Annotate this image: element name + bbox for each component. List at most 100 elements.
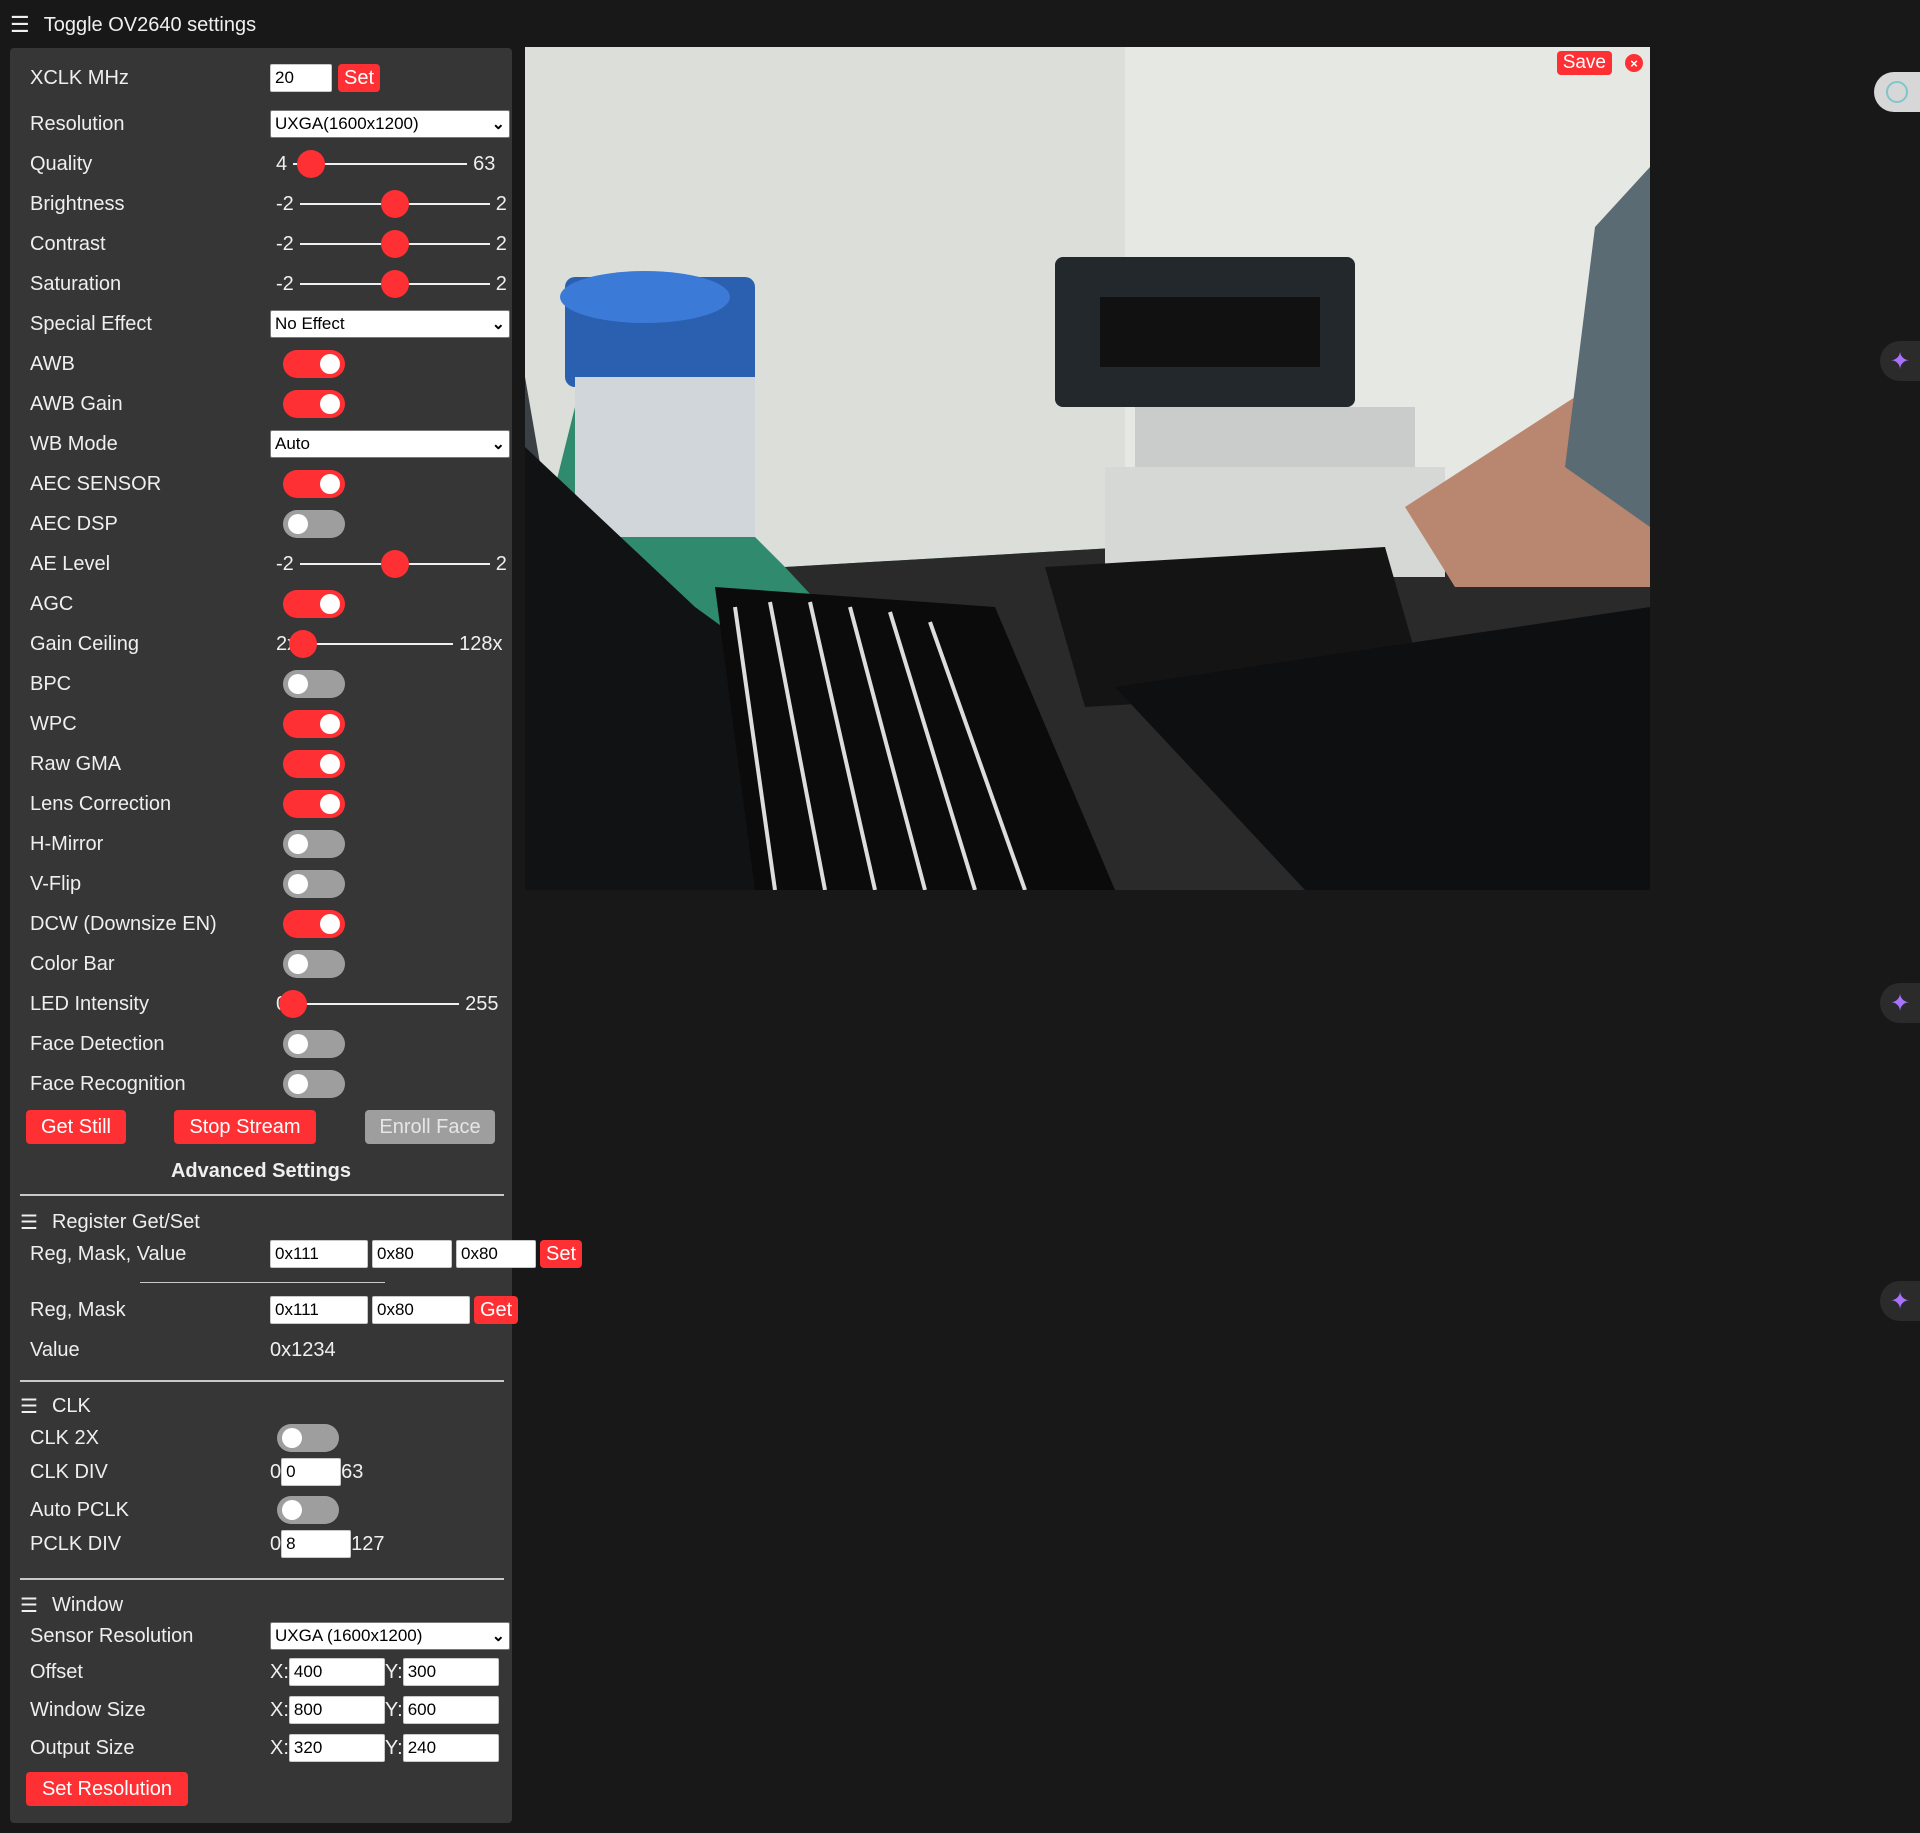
settings-toggle[interactable]: ☰ Toggle OV2640 settings (10, 10, 256, 40)
raw-gma-toggle[interactable] (283, 750, 345, 778)
save-button[interactable]: Save (1556, 51, 1612, 75)
auto-pclk-label: Auto PCLK (30, 1498, 129, 1521)
quality-slider[interactable]: 4 63 (270, 148, 495, 180)
close-icon[interactable]: × (1625, 54, 1643, 72)
output-size-y-input[interactable] (402, 1734, 499, 1762)
clk-div-label: CLK DIV (30, 1460, 108, 1483)
dcw-toggle[interactable] (283, 910, 345, 938)
ae-level-thumb[interactable] (380, 550, 409, 578)
contrast-thumb[interactable] (380, 230, 409, 258)
pclk-div-label: PCLK DIV (30, 1532, 122, 1555)
set-mask-input[interactable] (372, 1240, 452, 1268)
register-set-button[interactable]: Set (540, 1240, 583, 1268)
face-detection-toggle[interactable] (283, 1030, 345, 1058)
xclk-label: XCLK MHz (30, 66, 129, 89)
toggle-knob (288, 1034, 308, 1054)
clk2x-toggle[interactable] (277, 1424, 339, 1452)
special-effect-select[interactable]: No Effect ⌄ (270, 310, 510, 338)
output-size-x-input[interactable] (288, 1734, 385, 1762)
saturation-thumb[interactable] (380, 270, 409, 298)
saturation-track (299, 270, 490, 298)
offset-y-label: Y: (384, 1660, 403, 1683)
awb-toggle[interactable] (283, 350, 345, 378)
set-resolution-button[interactable]: Set Resolution (26, 1772, 188, 1806)
clk-div-min: 0 (270, 1460, 282, 1483)
settings-toggle-label: Toggle OV2640 settings (43, 13, 257, 36)
auto-pclk-toggle[interactable] (277, 1496, 339, 1524)
toggle-knob (282, 1500, 302, 1520)
get-reg-input[interactable] (270, 1296, 368, 1324)
clk-div-input[interactable] (281, 1458, 342, 1486)
led-intensity-slider[interactable]: 0 255 (270, 988, 499, 1020)
led-intensity-label: LED Intensity (30, 992, 149, 1015)
gain-ceiling-slider[interactable]: 2x 128x (270, 628, 503, 660)
toggle-knob (320, 474, 340, 494)
chevron-down-icon: ⌄ (491, 316, 505, 333)
wb-mode-select[interactable]: Auto ⌄ (270, 430, 510, 458)
chevron-down-icon: ⌄ (491, 1628, 505, 1645)
quality-thumb[interactable] (296, 150, 325, 178)
register-get-button[interactable]: Get (474, 1296, 519, 1324)
quality-track (293, 150, 468, 178)
quality-label: Quality (30, 152, 93, 175)
stop-stream-button[interactable]: Stop Stream (174, 1110, 316, 1144)
ae-level-min: -2 (276, 552, 294, 575)
v-flip-toggle[interactable] (283, 870, 345, 898)
aec-dsp-toggle[interactable] (283, 510, 345, 538)
xclk-input[interactable] (270, 64, 332, 92)
enroll-face-button[interactable]: Enroll Face (365, 1110, 495, 1144)
xclk-set-button[interactable]: Set (338, 64, 381, 92)
get-mask-input[interactable] (372, 1296, 470, 1324)
awb-gain-toggle[interactable] (283, 390, 345, 418)
register-value: 0x1234 (270, 1338, 336, 1361)
wpc-label: WPC (30, 712, 77, 735)
bpc-toggle[interactable] (283, 670, 345, 698)
pclk-div-input[interactable] (281, 1530, 352, 1558)
settings-panel: XCLK MHz Set Resolution UXGA(1600x1200) ⌄… (10, 48, 583, 1823)
toggle-knob (320, 354, 340, 374)
ae-level-slider[interactable]: -2 2 (270, 548, 507, 580)
lens-correction-toggle[interactable] (283, 790, 345, 818)
register-section-toggle[interactable]: ☰ Register Get/Set (20, 1210, 200, 1235)
h-mirror-toggle[interactable] (283, 830, 345, 858)
saturation-slider[interactable]: -2 2 (270, 268, 507, 300)
face-recognition-toggle[interactable] (283, 1070, 345, 1098)
sparkle-icon[interactable]: ✦ (1880, 983, 1920, 1023)
brightness-thumb[interactable] (380, 190, 409, 218)
clk-section-toggle[interactable]: ☰ CLK (20, 1394, 91, 1419)
window-size-label: Window Size (30, 1698, 146, 1721)
set-value-input[interactable] (456, 1240, 536, 1268)
clk-section-title: CLK (51, 1395, 91, 1417)
contrast-slider[interactable]: -2 2 (270, 228, 507, 260)
agc-toggle[interactable] (283, 590, 345, 618)
offset-y-input[interactable] (402, 1658, 499, 1686)
ae-level-track (299, 550, 490, 578)
toggle-knob (288, 834, 308, 854)
gain-ceiling-thumb[interactable] (289, 630, 318, 658)
wpc-toggle[interactable] (283, 710, 345, 738)
menu-icon: ☰ (20, 1396, 38, 1418)
sparkle-icon[interactable]: ✦ (1880, 341, 1920, 381)
divider (140, 1282, 385, 1283)
wb-mode-selected: Auto (275, 434, 310, 453)
toggle-knob (320, 914, 340, 934)
saturation-max: 2 (495, 272, 507, 295)
extension-pill[interactable] (1874, 72, 1920, 112)
color-bar-toggle[interactable] (283, 950, 345, 978)
sparkle-icon[interactable]: ✦ (1880, 1281, 1920, 1321)
offset-x-input[interactable] (288, 1658, 385, 1686)
window-size-y-input[interactable] (402, 1696, 499, 1724)
toggle-knob (288, 674, 308, 694)
window-size-x-input[interactable] (288, 1696, 385, 1724)
chevron-down-icon: ⌄ (491, 116, 505, 133)
raw-gma-label: Raw GMA (30, 752, 122, 775)
resolution-select[interactable]: UXGA(1600x1200) ⌄ (270, 110, 510, 138)
led-intensity-thumb[interactable] (279, 990, 308, 1018)
get-still-button[interactable]: Get Still (26, 1110, 126, 1144)
sensor-resolution-select[interactable]: UXGA (1600x1200) ⌄ (270, 1622, 510, 1650)
set-reg-input[interactable] (270, 1240, 368, 1268)
agc-label: AGC (30, 592, 74, 615)
aec-sensor-toggle[interactable] (283, 470, 345, 498)
brightness-slider[interactable]: -2 2 (270, 188, 507, 220)
window-section-toggle[interactable]: ☰ Window (20, 1593, 123, 1618)
